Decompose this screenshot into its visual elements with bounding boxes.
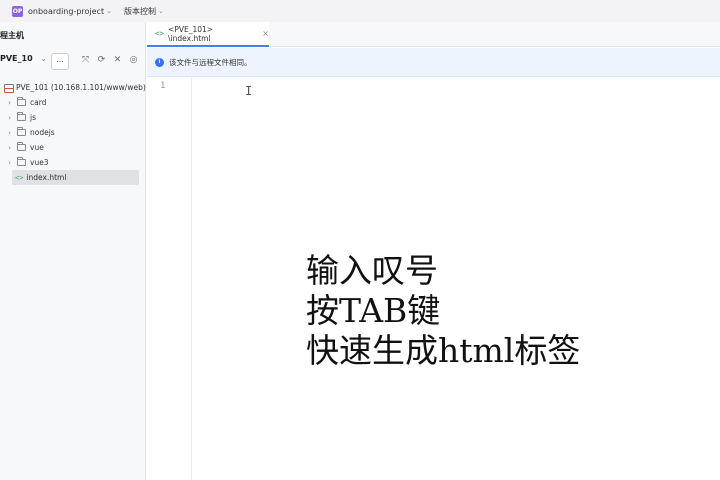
close-tab-icon[interactable]: × [262,29,269,38]
tab-label: <PVE_101> \index.html [168,24,214,43]
project-switcher[interactable]: onboarding-project ⌄ [28,7,112,16]
host-toolbar: PVE_10 ⌄ ... ⤧ ⟳ ✕ ◎ [0,53,146,70]
editor-tab-bar: <> <PVE_101> \index.html × [147,22,720,47]
info-icon: i [155,57,164,67]
folder-icon [17,97,26,106]
refresh-icon[interactable]: ⟳ [96,55,107,66]
tree-item-label: card [30,98,47,107]
sync-notice-banner: i 该文件与远程文件相同。 [147,48,720,77]
tree-root-label: PVE_101 (10.168.1.101/www/web) [16,83,146,92]
tree-folder-vue[interactable]: › vue [0,140,146,155]
line-gutter: 1 [147,78,192,480]
tree-file-index-html[interactable]: <> index.html [12,170,139,185]
folder-icon [17,112,26,121]
chevron-down-icon: ⌄ [157,7,164,15]
tab-index-html[interactable]: <> <PVE_101> \index.html × [147,22,269,47]
target-icon[interactable]: ◎ [128,55,139,66]
chevron-right-icon: › [8,128,11,137]
folder-icon [17,142,26,151]
tree-folder-js[interactable]: › js [0,110,146,125]
server-icon [4,83,14,93]
tree-root[interactable]: PVE_101 (10.168.1.101/www/web) [0,80,146,95]
host-select-value: PVE_10 [0,54,33,63]
html-file-icon: <> [15,173,24,182]
panel-title: 程主机 [0,31,24,40]
caption-line-3: 快速生成html标签 [306,331,581,370]
chevron-right-icon: › [8,143,11,152]
chevron-down-icon: ⌄ [106,7,112,15]
chevron-right-icon: › [8,113,11,122]
tree-item-label: js [30,113,36,122]
tree-item-label: vue3 [30,158,49,167]
tree-item-label: nodejs [30,128,55,137]
vcs-label: 版本控制 [123,6,156,16]
project-logo-icon: OP [12,5,23,17]
title-bar: OP onboarding-project ⌄ 版本控制 ⌄ [0,0,720,22]
caption-line-1: 输入叹号 [306,251,438,290]
caption-line-2: 按TAB键 [306,291,441,330]
tutorial-caption: 输入叹号 按TAB键 快速生成html标签 [306,251,580,371]
notice-text: 该文件与远程文件相同。 [169,57,252,67]
close-icon[interactable]: ✕ [112,55,123,66]
tree-item-label: vue [30,143,44,152]
vcs-menu[interactable]: 版本控制 ⌄ [124,6,164,17]
file-tree: PVE_101 (10.168.1.101/www/web) › card › … [0,80,146,185]
folder-icon [17,127,26,136]
tree-folder-card[interactable]: › card [0,95,146,110]
chevron-right-icon: › [8,158,11,167]
more-button[interactable]: ... [51,53,69,70]
project-name: onboarding-project [28,6,105,16]
text-cursor-icon: I [245,84,253,98]
collapse-icon[interactable]: ⤧ [80,55,91,66]
tree-folder-nodejs[interactable]: › nodejs [0,125,146,140]
remote-host-panel: 程主机 PVE_10 ⌄ ... ⤧ ⟳ ✕ ◎ PVE_101 (10.168… [0,22,146,480]
folder-icon [17,157,26,166]
chevron-down-icon: ⌄ [40,54,47,63]
html-file-icon: <> [155,29,165,38]
tree-item-label: index.html [26,173,67,182]
host-select[interactable]: PVE_10 ⌄ [0,54,47,63]
chevron-right-icon: › [8,98,11,107]
tree-folder-vue3[interactable]: › vue3 [0,155,146,170]
line-number: 1 [160,81,166,91]
